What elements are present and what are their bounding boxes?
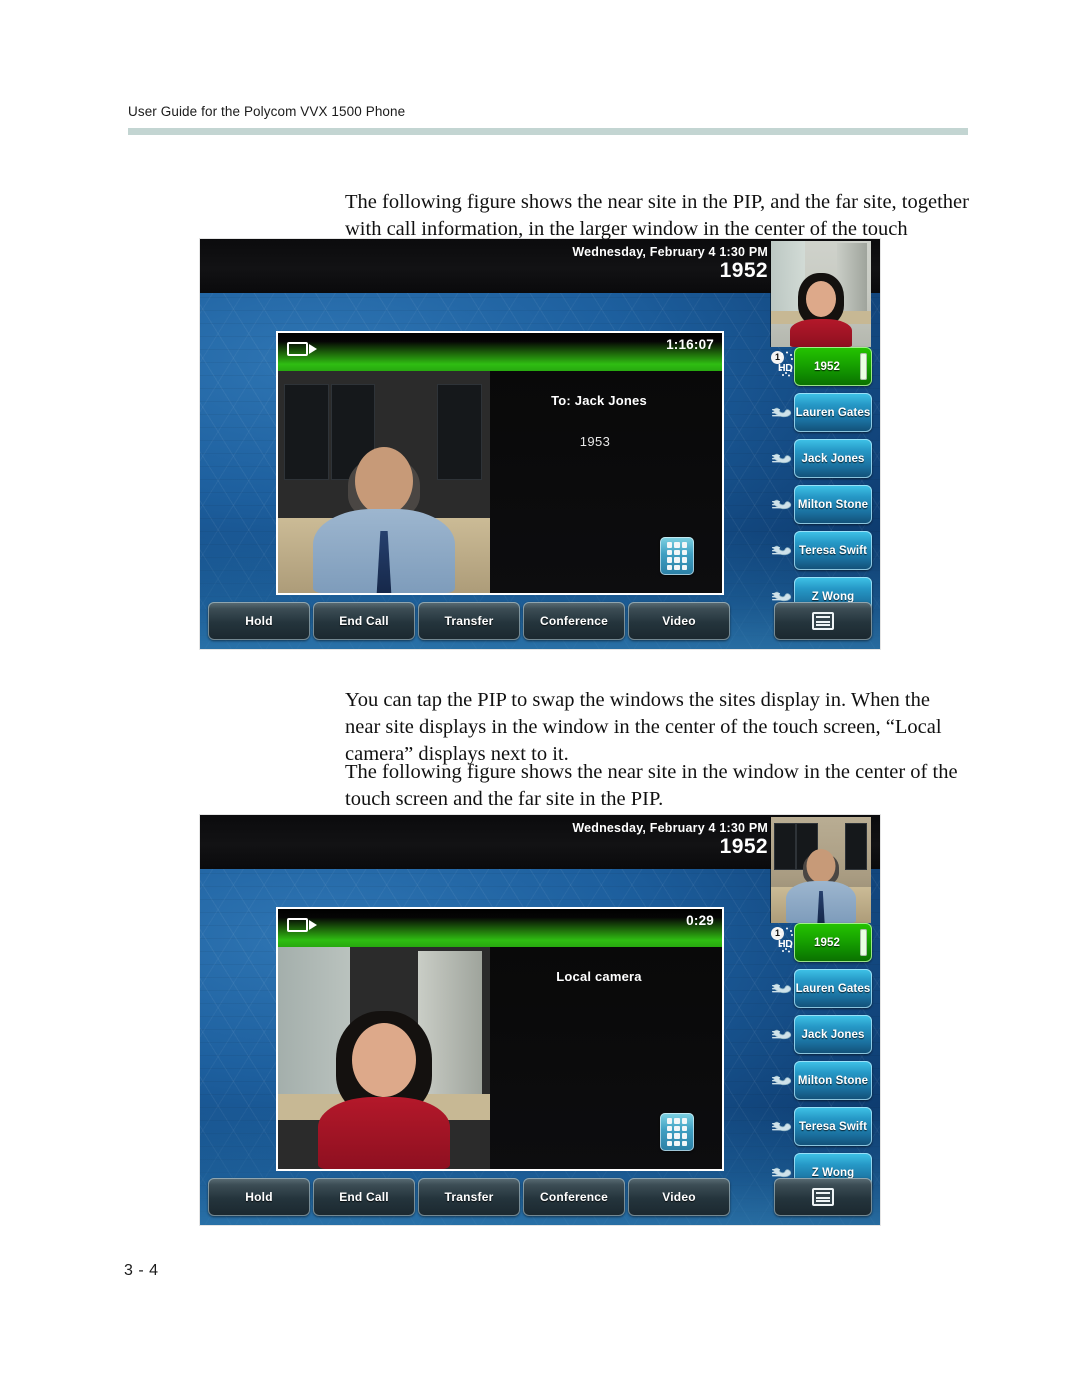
dialpad-icon[interactable]	[660, 537, 694, 575]
softkey-hold[interactable]: Hold	[208, 1178, 310, 1216]
line-key-button[interactable]: 1952	[794, 347, 872, 386]
softkey-transfer[interactable]: Transfer	[418, 602, 520, 640]
line-key-button[interactable]: Lauren Gates	[794, 393, 872, 432]
handset-icon	[772, 447, 794, 469]
handset-icon	[772, 401, 794, 423]
line-key-button[interactable]: Lauren Gates	[794, 969, 872, 1008]
handset-icon	[772, 1023, 794, 1045]
dialpad-icon[interactable]	[660, 1113, 694, 1151]
video-titlebar: 0:29	[278, 909, 722, 947]
call-info-number: 1953	[579, 434, 611, 449]
video-camera-icon	[287, 342, 317, 356]
video-feed-far-site	[278, 371, 490, 593]
document-page: User Guide for the Polycom VVX 1500 Phon…	[0, 0, 1080, 1397]
line-key-button[interactable]: Teresa Swift	[794, 531, 872, 570]
line-key-row[interactable]: 1 HD 1952	[771, 345, 872, 390]
pip-window[interactable]	[770, 817, 871, 923]
line-key-row[interactable]: 1 HD 1952	[771, 921, 872, 966]
soft-key-bar: Hold End Call Transfer Conference Video	[208, 1178, 872, 1216]
line-key-row[interactable]: Lauren Gates	[772, 967, 872, 1012]
handset-icon	[772, 493, 794, 515]
phone-screenshot-figure-1: Wednesday, February 4 1:30 PM 1952 1:16:…	[200, 239, 880, 649]
call-info-panel: Local camera	[490, 947, 722, 1169]
hd-line-badge-icon: 1 HD	[771, 927, 795, 957]
softkey-conference[interactable]: Conference	[523, 1178, 625, 1216]
pip-scene	[771, 817, 871, 923]
soft-key-bar: Hold End Call Transfer Conference Video	[208, 602, 872, 640]
video-body: Local camera	[278, 947, 722, 1169]
line-keys-column: 1 HD 1952 Lauren Gates Jack Jones Milton…	[771, 345, 872, 621]
header-rule	[128, 128, 968, 135]
call-info-party: Local camera	[556, 969, 642, 984]
softkey-end-call[interactable]: End Call	[313, 602, 415, 640]
page-number: 3 - 4	[124, 1262, 159, 1279]
phone-screenshot-figure-2: Wednesday, February 4 1:30 PM 1952 0:29 …	[200, 815, 880, 1225]
softkey-end-call[interactable]: End Call	[313, 1178, 415, 1216]
paragraph-2: You can tap the PIP to swap the windows …	[345, 688, 942, 765]
line-key-row[interactable]: Jack Jones	[772, 437, 872, 482]
line-key-button[interactable]: 1952	[794, 923, 872, 962]
pip-window[interactable]	[770, 241, 871, 347]
pip-person	[785, 847, 857, 923]
line-key-button[interactable]: Milton Stone	[794, 1061, 872, 1100]
video-camera-icon	[287, 918, 317, 932]
softkey-hold[interactable]: Hold	[208, 602, 310, 640]
line-key-button[interactable]: Jack Jones	[794, 439, 872, 478]
line-key-button[interactable]: Teresa Swift	[794, 1107, 872, 1146]
call-timer: 0:29	[686, 913, 714, 928]
status-extension: 1952	[719, 835, 768, 858]
menu-icon	[812, 612, 834, 630]
video-titlebar: 1:16:07	[278, 333, 722, 371]
hd-line-badge-icon: 1 HD	[771, 351, 795, 381]
video-person	[309, 443, 459, 593]
video-call-window[interactable]: 0:29 Local camera	[276, 907, 724, 1171]
status-datetime: Wednesday, February 4 1:30 PM	[572, 821, 768, 835]
softkey-video[interactable]: Video	[628, 1178, 730, 1216]
softkey-video[interactable]: Video	[628, 602, 730, 640]
call-info-party: To: Jack Jones	[551, 393, 647, 408]
handset-icon	[772, 539, 794, 561]
call-timer: 1:16:07	[666, 337, 714, 352]
line-key-row[interactable]: Teresa Swift	[772, 529, 872, 574]
menu-icon	[812, 1188, 834, 1206]
line-key-button[interactable]: Milton Stone	[794, 485, 872, 524]
video-feed-near-site	[278, 947, 490, 1169]
softkey-transfer[interactable]: Transfer	[418, 1178, 520, 1216]
softkey-menu[interactable]	[774, 602, 872, 640]
line-key-row[interactable]: Jack Jones	[772, 1013, 872, 1058]
line-key-row[interactable]: Milton Stone	[772, 483, 872, 528]
running-head: User Guide for the Polycom VVX 1500 Phon…	[128, 104, 406, 119]
line-key-row[interactable]: Milton Stone	[772, 1059, 872, 1104]
call-info-panel: To: Jack Jones 1953	[490, 371, 722, 593]
hd-rays-icon	[779, 927, 793, 953]
line-key-row[interactable]: Teresa Swift	[772, 1105, 872, 1150]
softkey-conference[interactable]: Conference	[523, 602, 625, 640]
handset-icon	[772, 1069, 794, 1091]
paragraph-3: The following figure shows the near site…	[345, 760, 958, 810]
hd-rays-icon	[779, 351, 793, 377]
pip-scene	[771, 241, 871, 347]
video-body: To: Jack Jones 1953	[278, 371, 722, 593]
status-extension: 1952	[719, 259, 768, 282]
line-key-button[interactable]: Jack Jones	[794, 1015, 872, 1054]
line-keys-column: 1 HD 1952 Lauren Gates Jack Jones Milton…	[771, 921, 872, 1197]
softkey-menu[interactable]	[774, 1178, 872, 1216]
handset-icon	[772, 977, 794, 999]
status-datetime: Wednesday, February 4 1:30 PM	[572, 245, 768, 259]
video-call-window[interactable]: 1:16:07 To: Jack Jones 1953	[276, 331, 724, 595]
line-key-row[interactable]: Lauren Gates	[772, 391, 872, 436]
video-person	[309, 1009, 459, 1169]
handset-icon	[772, 1115, 794, 1137]
pip-person	[786, 273, 856, 347]
